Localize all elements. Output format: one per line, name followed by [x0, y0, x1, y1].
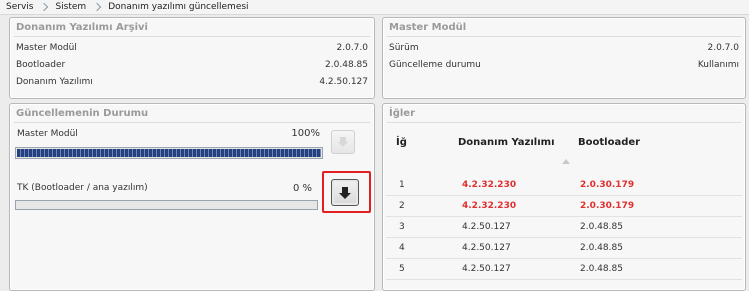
row-divider — [386, 195, 742, 196]
node-firmware-cell: 4.2.50.127 — [462, 222, 511, 232]
master-progress-percent: 100% — [291, 128, 320, 139]
row-label: Güncelleme durumu — [389, 60, 481, 70]
row-divider — [386, 237, 742, 238]
row-value: 4.2.50.127 — [319, 77, 368, 87]
archive-row-firmware: Donanım Yazılımı 4.2.50.127 — [16, 75, 368, 89]
node-id-cell: 5 — [399, 264, 405, 274]
panel-title: Güncellemenin Durumu — [16, 108, 149, 119]
breadcrumb-servis[interactable]: Servis — [6, 2, 33, 12]
panel-title: Donanım Yazılımı Arşivi — [16, 22, 148, 33]
node-firmware-cell: 4.2.32.230 — [462, 201, 517, 211]
row-label: Sürüm — [389, 43, 419, 53]
column-header-firmware[interactable]: Donanım Yazılımı — [458, 137, 555, 148]
title-divider — [387, 36, 741, 37]
master-row-update-status: Güncelleme durumu Kullanımı — [389, 58, 739, 72]
master-row-version: Sürüm 2.0.7.0 — [389, 41, 739, 55]
node-firmware-cell: 4.2.50.127 — [462, 243, 511, 253]
download-arrow-icon — [339, 186, 351, 199]
row-divider — [386, 258, 742, 259]
node-firmware-cell: 4.2.32.230 — [462, 180, 517, 190]
row-divider — [386, 216, 742, 217]
nodes-panel: İğler — [382, 103, 746, 291]
row-value: Kullanımı — [697, 60, 739, 70]
node-id-cell: 3 — [399, 222, 405, 232]
title-divider — [387, 122, 741, 123]
node-bootloader-cell: 2.0.48.85 — [580, 243, 623, 253]
node-firmware-cell: 4.2.50.127 — [462, 264, 511, 274]
tk-progress-label: TK (Bootloader / ana yazılım) — [17, 183, 148, 193]
node-bootloader-cell: 2.0.48.85 — [580, 264, 623, 274]
column-header-id[interactable]: İğ — [396, 137, 407, 148]
row-label: Master Modül — [16, 43, 77, 53]
node-bootloader-cell: 2.0.30.179 — [580, 180, 635, 190]
tk-update-button[interactable] — [331, 179, 359, 206]
row-divider — [386, 279, 742, 280]
tk-progress-bar — [15, 200, 318, 210]
master-progress-bar — [15, 147, 323, 159]
archive-row-master: Master Modül 2.0.7.0 — [16, 41, 368, 55]
tk-progress-percent: 0 % — [292, 183, 312, 194]
column-header-bootloader[interactable]: Bootloader — [578, 137, 640, 148]
firmware-archive-panel: Donanım Yazılımı Arşivi Master Modül 2.0… — [9, 17, 375, 99]
breadcrumb-sistem[interactable]: Sistem — [55, 2, 86, 12]
chevron-right-icon — [39, 3, 49, 12]
node-bootloader-cell: 2.0.30.179 — [580, 201, 635, 211]
row-label: Donanım Yazılımı — [16, 77, 93, 87]
panel-title: İğler — [389, 108, 416, 119]
breadcrumb-firmware-update[interactable]: Donanım yazılımı güncellemesi — [108, 2, 248, 12]
master-module-panel: Master Modül Sürüm 2.0.7.0 Güncelleme du… — [382, 17, 746, 99]
title-divider — [14, 36, 370, 37]
node-id-cell: 1 — [399, 180, 405, 190]
download-arrow-icon — [338, 137, 348, 147]
chevron-right-icon — [92, 3, 102, 12]
master-progress-fill — [17, 149, 321, 157]
row-value: 2.0.7.0 — [336, 43, 369, 53]
archive-row-bootloader: Bootloader 2.0.48.85 — [16, 58, 368, 72]
panel-title: Master Modül — [389, 22, 467, 33]
sort-arrow-icon — [562, 159, 570, 164]
node-id-cell: 4 — [399, 243, 405, 253]
row-value: 2.0.7.0 — [707, 43, 740, 53]
master-update-button[interactable] — [331, 130, 355, 154]
row-value: 2.0.48.85 — [325, 60, 368, 70]
master-progress-label: Master Modül — [17, 129, 78, 139]
breadcrumb: Servis Sistem Donanım yazılımı güncellem… — [0, 0, 749, 15]
title-divider — [14, 122, 370, 123]
row-label: Bootloader — [16, 60, 66, 70]
node-id-cell: 2 — [399, 201, 405, 211]
node-bootloader-cell: 2.0.48.85 — [580, 222, 623, 232]
